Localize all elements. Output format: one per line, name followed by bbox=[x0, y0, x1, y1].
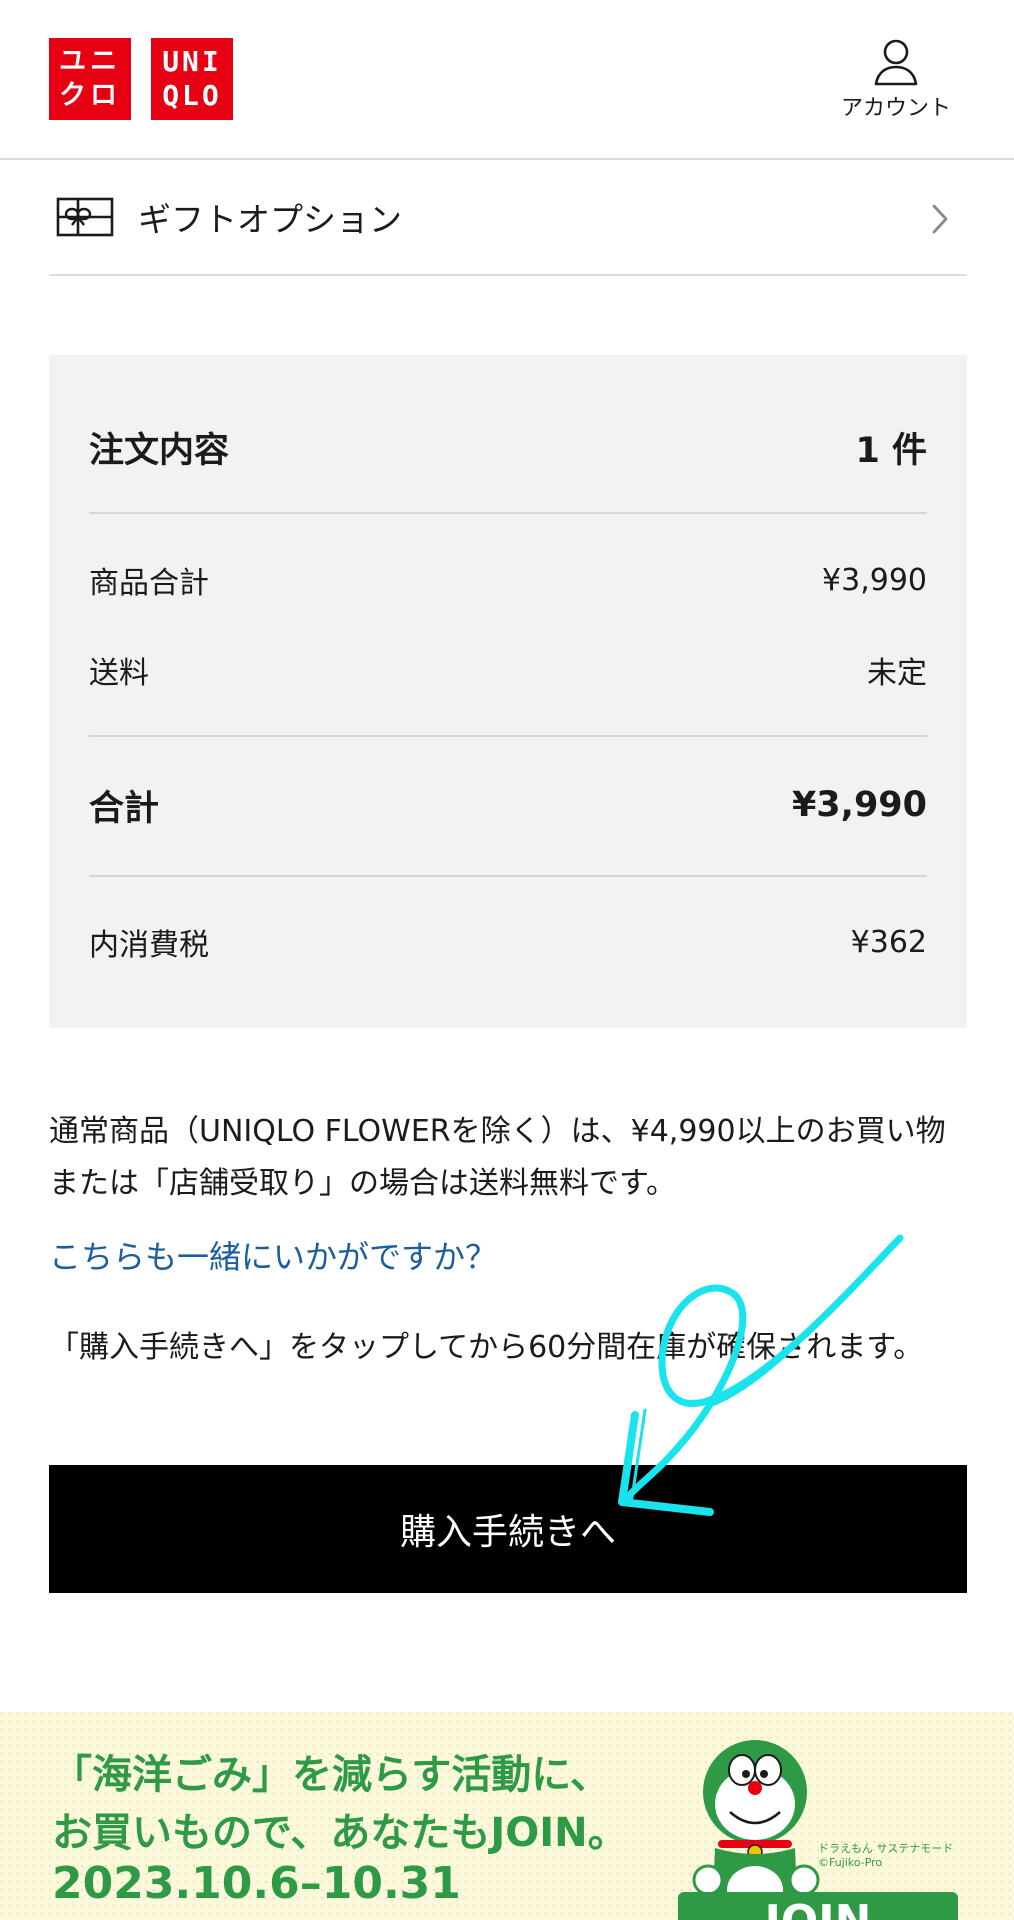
total-row: 合計 ¥3,990 bbox=[89, 775, 927, 835]
shipping-label: 送料 bbox=[89, 656, 149, 691]
logo-jp-line2: クロ bbox=[59, 80, 121, 111]
order-summary: 注文内容 1 件 商品合計 ¥3,990 送料 未定 合計 ¥3,990 内消費… bbox=[49, 355, 967, 1028]
divider bbox=[89, 735, 927, 737]
gift-icon bbox=[56, 197, 114, 237]
chevron-right-icon bbox=[932, 204, 948, 234]
logo-en-line1: UNI bbox=[162, 45, 222, 78]
banner-headline-2: お買いもので、あなたもJOIN。 bbox=[52, 1810, 628, 1856]
account-icon bbox=[874, 39, 918, 86]
logo-jp-line1: ユニ bbox=[59, 46, 121, 77]
account-button[interactable]: アカウント bbox=[838, 38, 954, 122]
join-badge: JOIN bbox=[678, 1892, 958, 1920]
banner-credit: ドラえもん サステナモード ©Fujiko-Pro bbox=[818, 1842, 953, 1870]
gift-option-row[interactable]: ギフトオプション bbox=[49, 160, 967, 276]
summary-header-row: 注文内容 1 件 bbox=[89, 417, 927, 477]
tax-row: 内消費税 ¥362 bbox=[89, 917, 927, 967]
total-label: 合計 bbox=[89, 788, 160, 829]
divider bbox=[89, 875, 927, 877]
credit-line-2: ©Fujiko-Pro bbox=[818, 1856, 883, 1869]
total-value: ¥3,990 bbox=[791, 785, 927, 825]
uniqlo-logo-jp[interactable]: ユニ クロ bbox=[49, 38, 131, 120]
header: ユニ クロ UNI QLO アカウント bbox=[0, 0, 1014, 160]
stock-reserve-note: 「購入手続きへ」をタップしてから60分間在庫が確保されます。 bbox=[49, 1330, 924, 1365]
item-count: 1 件 bbox=[855, 430, 927, 471]
logo-en-line2: QLO bbox=[162, 79, 222, 112]
subtotal-row: 商品合計 ¥3,990 bbox=[89, 555, 927, 605]
subtotal-value: ¥3,990 bbox=[822, 562, 927, 598]
subtotal-label: 商品合計 bbox=[89, 566, 209, 601]
gift-option-label: ギフトオプション bbox=[138, 200, 402, 239]
free-shipping-note: 通常商品（UNIQLO FLOWERを除く）は、¥4,990以上のお買い物または… bbox=[49, 1114, 946, 1201]
campaign-banner[interactable]: 「海洋ごみ」を減らす活動に、 お買いもので、あなたもJOIN。 2023.10.… bbox=[0, 1712, 1014, 1920]
banner-headline-1: 「海洋ごみ」を減らす活動に、 bbox=[52, 1752, 610, 1798]
credit-line-1: ドラえもん サステナモード bbox=[818, 1842, 954, 1855]
shipping-value: 未定 bbox=[867, 656, 927, 691]
shipping-row: 送料 未定 bbox=[89, 645, 927, 695]
summary-title: 注文内容 bbox=[89, 430, 230, 471]
recommend-link[interactable]: こちらも一緒にいかがですか？ bbox=[49, 1232, 497, 1278]
account-label: アカウント bbox=[840, 96, 951, 121]
tax-label: 内消費税 bbox=[89, 928, 209, 963]
tax-value: ¥362 bbox=[850, 924, 927, 960]
banner-dates: 2023.10.6–10.31 bbox=[52, 1858, 461, 1909]
checkout-button[interactable]: 購入手続きへ bbox=[49, 1465, 967, 1593]
uniqlo-logo-en[interactable]: UNI QLO bbox=[151, 38, 233, 120]
divider bbox=[89, 512, 927, 514]
